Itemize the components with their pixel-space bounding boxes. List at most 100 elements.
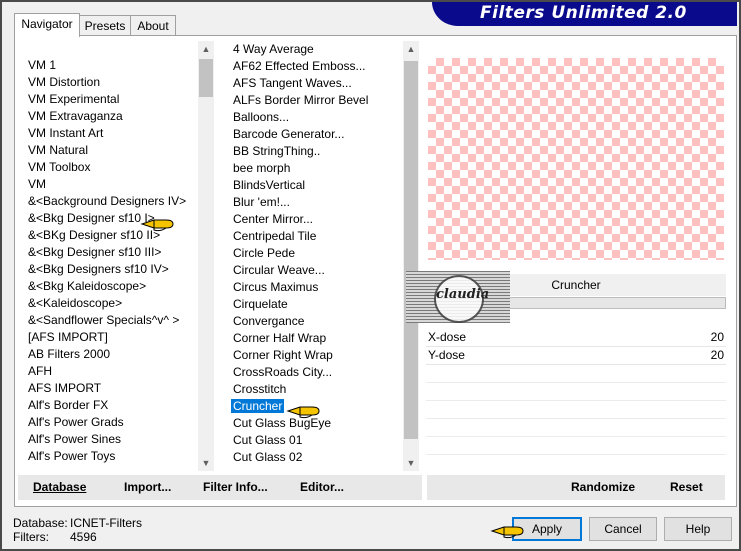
- filter-item[interactable]: Cirquelate: [233, 296, 288, 313]
- category-item[interactable]: &<Bkg Designers sf10 IV>: [28, 261, 169, 278]
- param-row-empty: [426, 401, 726, 419]
- scroll-down-icon[interactable]: ▼: [403, 455, 419, 471]
- category-item-label: VM Natural: [28, 143, 89, 157]
- tab-presets[interactable]: Presets: [79, 15, 131, 36]
- filter-item[interactable]: bee morph: [233, 160, 290, 177]
- watermark-text: claudia: [436, 287, 490, 302]
- editor-button[interactable]: Editor...: [300, 475, 344, 500]
- filter-item[interactable]: AF62 Effected Emboss...: [233, 58, 366, 75]
- filter-item[interactable]: Convergance: [233, 313, 304, 330]
- filter-item[interactable]: Crosstitch: [233, 381, 286, 398]
- randomize-button[interactable]: Randomize: [571, 475, 635, 500]
- filter-item-label: 4 Way Average: [233, 42, 314, 56]
- tab-about[interactable]: About: [130, 15, 176, 36]
- filter-item[interactable]: Center Mirror...: [233, 211, 313, 228]
- scroll-up-icon[interactable]: ▲: [403, 41, 419, 57]
- category-item-label: AB Filters 2000: [28, 347, 111, 361]
- cancel-button[interactable]: Cancel: [589, 517, 657, 541]
- filter-item-label: Barcode Generator...: [233, 127, 345, 141]
- category-item-label: Alf's Border FX: [28, 398, 109, 412]
- scroll-down-icon[interactable]: ▼: [198, 455, 214, 471]
- category-item[interactable]: [AFS IMPORT]: [28, 329, 108, 346]
- filter-item[interactable]: Blur 'em!...: [233, 194, 290, 211]
- category-item[interactable]: &<Kaleidoscope>: [28, 295, 122, 312]
- navigator-toolbar: Database Import... Filter Info... Editor…: [18, 475, 422, 500]
- filter-info-button[interactable]: Filter Info...: [203, 475, 268, 500]
- category-item[interactable]: AFH: [28, 363, 52, 380]
- help-button[interactable]: Help: [664, 517, 732, 541]
- category-item[interactable]: VM Experimental: [28, 91, 119, 108]
- filter-item-label: Crosstitch: [233, 382, 287, 396]
- category-item[interactable]: VM Toolbox: [28, 159, 90, 176]
- category-list[interactable]: VM 1 VM Distortion VM Experimental VM Extra…: [24, 41, 198, 471]
- category-scrollbar[interactable]: ▲ ▼: [198, 41, 214, 471]
- category-item[interactable]: VM Natural: [28, 142, 88, 159]
- pointing-hand-icon: [140, 219, 174, 232]
- filter-item[interactable]: Cut Glass 01: [233, 432, 302, 449]
- filter-item-label: ALFs Border Mirror Bevel: [233, 93, 369, 107]
- filter-item[interactable]: 4 Way Average: [233, 41, 314, 58]
- param-row-empty: [426, 437, 726, 455]
- filter-item[interactable]: Barcode Generator...: [233, 126, 344, 143]
- filter-item-label: CrossRoads City...: [233, 365, 333, 379]
- category-item[interactable]: Alf's Power Sines: [28, 431, 121, 448]
- filter-item-label: Cruncher: [231, 399, 285, 413]
- filter-item-label: Cirquelate: [233, 297, 288, 311]
- param-row-x-dose[interactable]: X-dose 20: [426, 329, 726, 347]
- scroll-up-icon[interactable]: ▲: [198, 41, 214, 57]
- status-database-value: ICNET-Filters: [70, 516, 142, 530]
- category-item[interactable]: &<Bkg Designer sf10 I>: [28, 210, 155, 227]
- filter-item[interactable]: Corner Right Wrap: [233, 347, 333, 364]
- category-item[interactable]: VM: [28, 176, 46, 193]
- category-item[interactable]: Alf's Border FX: [28, 397, 108, 414]
- category-item-label: VM: [28, 177, 46, 191]
- scroll-thumb[interactable]: [199, 59, 213, 97]
- reset-button[interactable]: Reset: [670, 475, 703, 500]
- filter-item[interactable]: Circus Maximus: [233, 279, 318, 296]
- filter-item[interactable]: AFS Tangent Waves...: [233, 75, 352, 92]
- filter-item[interactable]: CrossRoads City...: [233, 364, 332, 381]
- filter-item[interactable]: ALFs Border Mirror Bevel: [233, 92, 368, 109]
- filter-item-label: AFS Tangent Waves...: [233, 76, 352, 90]
- watermark-logo: claudia: [406, 271, 510, 323]
- category-item[interactable]: VM Instant Art: [28, 125, 103, 142]
- filter-item[interactable]: Corner Half Wrap: [233, 330, 326, 347]
- filter-item[interactable]: Circle Pede: [233, 245, 295, 262]
- filter-item-label: BB StringThing..: [233, 144, 321, 158]
- category-item-label: VM Extravaganza: [28, 109, 123, 123]
- category-item[interactable]: VM Extravaganza: [28, 108, 123, 125]
- category-item[interactable]: VM 1: [28, 57, 56, 74]
- category-item[interactable]: &<Bkg Designer sf10 III>: [28, 244, 161, 261]
- filter-item[interactable]: Cruncher: [231, 398, 285, 415]
- tab-navigator[interactable]: Navigator: [14, 13, 80, 37]
- import-button[interactable]: Import...: [124, 475, 171, 500]
- filter-item[interactable]: Cut Glass 02: [233, 449, 302, 466]
- category-item[interactable]: Alf's Power Grads: [28, 414, 124, 431]
- filter-item-label: Corner Right Wrap: [233, 348, 333, 362]
- category-item[interactable]: AB Filters 2000: [28, 346, 110, 363]
- filter-item-label: BlindsVertical: [233, 178, 306, 192]
- category-item-label: AFH: [28, 364, 52, 378]
- filter-item-label: AF62 Effected Emboss...: [233, 59, 366, 73]
- category-item[interactable]: &<Sandflower Specials^v^ >: [28, 312, 179, 329]
- filter-item[interactable]: Circular Weave...: [233, 262, 325, 279]
- category-item[interactable]: &<Bkg Kaleidoscope>: [28, 278, 146, 295]
- filter-item[interactable]: BlindsVertical: [233, 177, 305, 194]
- category-item[interactable]: VM Distortion: [28, 74, 100, 91]
- category-item-label: Alf's Power Toys: [28, 449, 116, 463]
- filter-scrollbar[interactable]: ▲ ▼: [403, 41, 419, 471]
- filter-item-label: Convergance: [233, 314, 305, 328]
- category-item[interactable]: Alf's Power Toys: [28, 448, 115, 465]
- category-item[interactable]: AFS IMPORT: [28, 380, 101, 397]
- category-item-label: VM 1: [28, 58, 57, 72]
- database-button[interactable]: Database: [33, 475, 86, 500]
- param-label: Y-dose: [428, 348, 465, 362]
- filter-item[interactable]: BB StringThing..: [233, 143, 320, 160]
- filter-item[interactable]: Balloons...: [233, 109, 289, 126]
- filter-item[interactable]: Centripedal Tile: [233, 228, 316, 245]
- param-row-y-dose[interactable]: Y-dose 20: [426, 347, 726, 365]
- category-item[interactable]: &<Background Designers IV>: [28, 193, 186, 210]
- scroll-thumb[interactable]: [404, 61, 418, 439]
- pointing-hand-icon: [490, 526, 524, 539]
- category-item-label: &<Bkg Designers sf10 IV>: [28, 262, 169, 276]
